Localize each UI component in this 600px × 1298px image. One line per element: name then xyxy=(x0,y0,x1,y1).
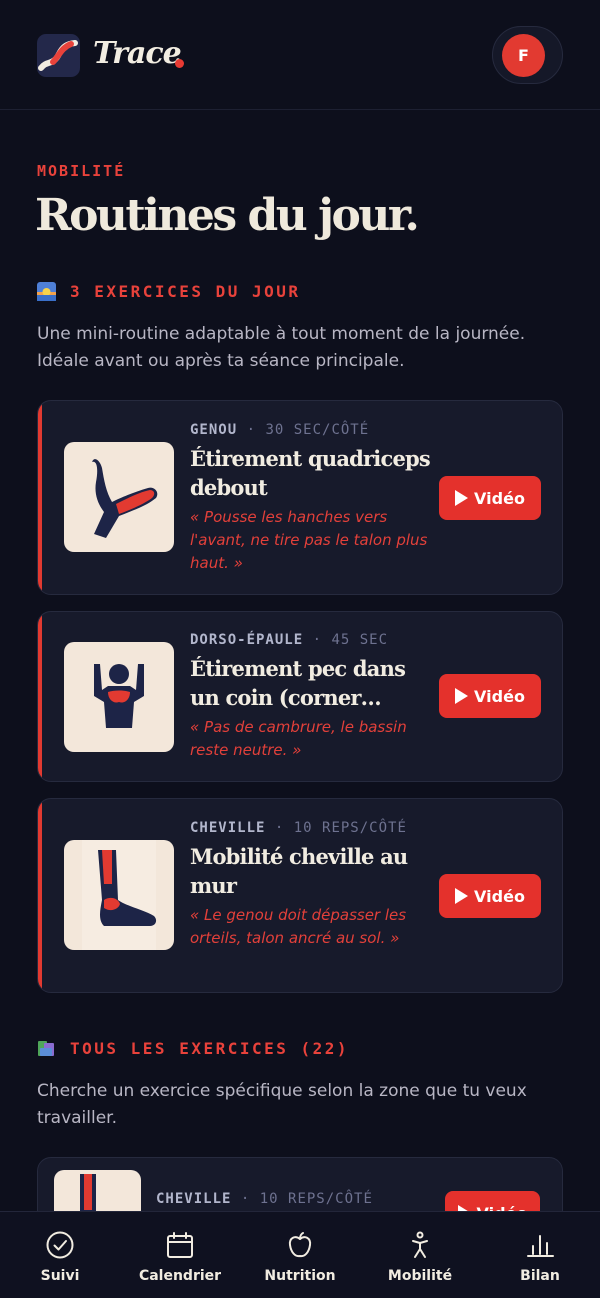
exercise-tip: « Pas de cambrure, le bassin reste neutr… xyxy=(190,718,407,759)
books-icon xyxy=(37,1039,56,1058)
daily-intro: Une mini-routine adaptable à tout moment… xyxy=(37,324,526,371)
exercise-card[interactable]: CHEVILLE · 10 REPS/CÔTÉ Mobilité chevill… xyxy=(37,798,563,993)
exercise-title: Étirement quadriceps debout xyxy=(190,446,431,500)
all-section-label: TOUS LES EXERCICES (22) xyxy=(70,1039,350,1058)
brand-name: Trace xyxy=(93,36,182,71)
nav-label: Nutrition xyxy=(264,1268,336,1284)
nav-label: Suivi xyxy=(40,1268,80,1284)
card-accent xyxy=(38,612,42,781)
exercise-tip: « Pousse les hanches vers l'avant, ne ti… xyxy=(190,508,428,572)
page-eyebrow: MOBILITÉ xyxy=(37,162,126,180)
profile-button[interactable]: F xyxy=(492,26,563,84)
exercise-card[interactable]: GENOU · 30 SEC/CÔTÉ Étirement quadriceps… xyxy=(37,400,563,595)
exercise-meta: CHEVILLE · 10 REPS/CÔTÉ xyxy=(190,820,407,836)
exercise-meta: GENOU · 30 SEC/CÔTÉ xyxy=(190,422,370,438)
all-section-header: TOUS LES EXERCICES (22) xyxy=(37,1039,349,1058)
nav-item-calendrier[interactable]: Calendrier xyxy=(125,1228,235,1288)
exercise-illustration-ankle-icon xyxy=(64,840,174,950)
check-circle-icon xyxy=(45,1230,75,1260)
page-title: Routines du jour. xyxy=(35,190,420,241)
play-icon xyxy=(455,888,469,904)
video-button-label: Vidéo xyxy=(474,488,525,508)
video-button[interactable]: Vidéo xyxy=(439,674,541,718)
exercise-card[interactable]: DORSO-ÉPAULE · 45 SEC Étirement pec dans… xyxy=(37,611,563,782)
nav-item-suivi[interactable]: Suivi xyxy=(5,1228,115,1288)
daily-section-header: 3 EXERCICES DU JOUR xyxy=(37,282,301,301)
daily-section-label: 3 EXERCICES DU JOUR xyxy=(70,282,301,301)
video-button[interactable]: Vidéo xyxy=(439,476,541,520)
nav-label: Mobilité xyxy=(387,1268,453,1284)
nav-label: Calendrier xyxy=(138,1268,222,1284)
logo-icon[interactable] xyxy=(37,34,80,77)
exercise-meta: DORSO-ÉPAULE · 45 SEC xyxy=(190,632,389,648)
video-button[interactable]: Vidéo xyxy=(439,874,541,918)
exercise-title: Mobilité cheville au mur xyxy=(190,844,408,898)
exercise-illustration-chest-icon xyxy=(64,642,174,752)
nav-item-nutrition[interactable]: Nutrition xyxy=(245,1228,355,1288)
sunrise-icon xyxy=(37,282,56,301)
app-header: Trace F xyxy=(0,0,600,110)
card-accent xyxy=(38,799,42,992)
avatar: F xyxy=(502,34,545,77)
calendar-icon xyxy=(165,1230,195,1260)
exercise-title: Étirement pec dans un coin (corner… xyxy=(190,656,406,710)
person-stretch-icon xyxy=(405,1230,435,1260)
nav-item-bilan[interactable]: Bilan xyxy=(485,1228,595,1288)
video-button-label: Vidéo xyxy=(474,886,525,906)
exercise-illustration-quad-icon xyxy=(64,442,174,552)
bar-chart-icon xyxy=(525,1230,555,1260)
apple-icon xyxy=(285,1230,315,1260)
nav-label: Bilan xyxy=(520,1268,560,1284)
card-accent xyxy=(38,401,42,594)
play-icon xyxy=(455,490,469,506)
exercise-tip: « Le genou doit dépasser les orteils, ta… xyxy=(190,906,407,947)
play-icon xyxy=(455,688,469,704)
brand-dot xyxy=(175,59,184,68)
video-button-label: Vidéo xyxy=(474,686,525,706)
bottom-nav: Suivi Calendrier Nutrition Mobilité Bila… xyxy=(0,1211,600,1298)
exercise-meta: CHEVILLE · 10 REPS/CÔTÉ xyxy=(156,1191,373,1207)
all-intro: Cherche un exercice spécifique selon la … xyxy=(37,1081,527,1128)
nav-item-mobilite[interactable]: Mobilité xyxy=(365,1228,475,1288)
